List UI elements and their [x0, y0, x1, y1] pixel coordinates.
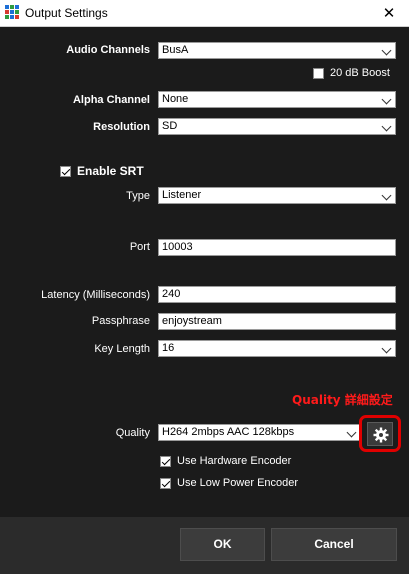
- low-power-encoder-checkbox[interactable]: [160, 477, 171, 489]
- audio-channels-value: BusA: [162, 44, 189, 56]
- ok-button[interactable]: OK: [180, 528, 265, 561]
- chevron-down-icon: [346, 427, 357, 438]
- boost-checkbox[interactable]: [313, 67, 324, 79]
- audio-channels-select[interactable]: BusA: [158, 42, 396, 59]
- srt-label: Enable SRT: [77, 164, 144, 178]
- latency-label: Latency (Milliseconds): [41, 289, 150, 301]
- boost-checkbox-row[interactable]: 20 dB Boost: [313, 65, 390, 81]
- hardware-encoder-row[interactable]: Use Hardware Encoder: [160, 453, 291, 469]
- latency-input[interactable]: 240: [158, 286, 396, 303]
- hardware-encoder-label: Use Hardware Encoder: [177, 455, 292, 467]
- key-length-value: 16: [162, 342, 175, 354]
- quality-settings-annotation: Quality 詳細設定: [292, 393, 393, 407]
- cancel-button[interactable]: Cancel: [271, 528, 397, 561]
- quality-value: H264 2mbps AAC 128kbps: [162, 426, 295, 438]
- app-grid-icon: [5, 5, 20, 20]
- alpha-channel-select[interactable]: None: [158, 91, 396, 108]
- alpha-channel-label: Alpha Channel: [72, 94, 150, 106]
- title-bar: Output Settings ✕: [0, 0, 409, 27]
- low-power-encoder-label: Use Low Power Encoder: [177, 477, 299, 489]
- port-input[interactable]: 10003: [158, 239, 396, 256]
- audio-channels-label: Audio Channels: [66, 44, 150, 56]
- quality-settings-button[interactable]: [367, 422, 393, 446]
- quality-label: Quality: [115, 427, 150, 439]
- resolution-label: Resolution: [93, 121, 150, 133]
- chevron-down-icon: [381, 190, 392, 201]
- gear-icon: [373, 427, 389, 443]
- passphrase-input[interactable]: enjoystream: [158, 313, 396, 330]
- type-label: Type: [126, 190, 150, 202]
- key-length-select[interactable]: 16: [158, 340, 396, 357]
- passphrase-label: Passphrase: [91, 315, 150, 327]
- type-select[interactable]: Listener: [158, 187, 396, 204]
- srt-checkbox[interactable]: [60, 165, 71, 177]
- boost-label: 20 dB Boost: [330, 67, 390, 79]
- hardware-encoder-checkbox[interactable]: [160, 455, 171, 467]
- srt-checkbox-row[interactable]: Enable SRT: [60, 163, 144, 179]
- close-button[interactable]: ✕: [377, 2, 401, 24]
- chevron-down-icon: [381, 94, 392, 105]
- quality-select[interactable]: H264 2mbps AAC 128kbps: [158, 424, 361, 441]
- quality-settings-highlight: [359, 415, 401, 452]
- chevron-down-icon: [381, 45, 392, 56]
- resolution-value: SD: [162, 120, 178, 132]
- port-label: Port: [129, 241, 150, 253]
- type-value: Listener: [162, 189, 202, 201]
- low-power-encoder-row[interactable]: Use Low Power Encoder: [160, 475, 298, 491]
- window-title: Output Settings: [25, 6, 108, 20]
- chevron-down-icon: [381, 343, 392, 354]
- alpha-channel-value: None: [162, 93, 189, 105]
- key-length-label: Key Length: [94, 343, 150, 355]
- chevron-down-icon: [381, 121, 392, 132]
- resolution-select[interactable]: SD: [158, 118, 396, 135]
